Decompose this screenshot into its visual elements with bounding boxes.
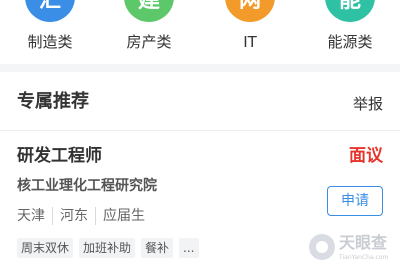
category-label: 制造类	[27, 33, 73, 51]
job-city: 天津	[17, 208, 45, 224]
job-meta: 天津 河东 应届生	[17, 207, 152, 225]
energy-icon: 能	[325, 0, 375, 22]
apply-button[interactable]: 申请	[327, 186, 383, 216]
job-district: 河东	[52, 207, 95, 225]
benefit-tags: 周末双休 加班补助 餐补...	[17, 237, 205, 258]
job-title: 研发工程师	[17, 146, 102, 166]
watermark-name: 天眼查	[339, 233, 388, 252]
watermark: 天眼查 TianYanCha.com	[309, 232, 399, 266]
category-strip: 汇 制造类 建 房产类 网 IT 能 能源类	[0, 0, 400, 64]
real-estate-icon: 建	[124, 0, 174, 22]
benefit-tag: 加班补助	[79, 238, 136, 258]
section-title: 专属推荐	[17, 91, 89, 112]
benefit-tag: 餐补	[141, 238, 174, 258]
job-salary: 面议	[349, 146, 383, 166]
category-it[interactable]: 网 IT	[212, 0, 288, 64]
benefit-tag: 周末双休	[17, 238, 74, 258]
category-label: 房产类	[126, 33, 172, 51]
category-manufacturing[interactable]: 汇 制造类	[12, 0, 88, 64]
category-label: IT	[243, 33, 257, 51]
category-label: 能源类	[327, 33, 373, 51]
manufacturing-icon: 汇	[25, 0, 75, 22]
category-real-estate[interactable]: 建 房产类	[111, 0, 187, 64]
watermark-url: TianYanCha.com	[339, 254, 389, 261]
more-tags: ...	[179, 238, 199, 258]
page: 汇 制造类 建 房产类 网 IT 能 能源类 专属推荐 举报 研发工程师 面议 …	[0, 0, 400, 268]
it-icon: 网	[225, 0, 275, 22]
report-link[interactable]: 举报	[353, 94, 383, 114]
category-energy[interactable]: 能 能源类	[312, 0, 388, 64]
section-header: 专属推荐 举报	[0, 72, 400, 131]
company-name[interactable]: 核工业理化工程研究院	[17, 177, 157, 195]
tianyancha-logo-icon	[309, 234, 335, 260]
job-experience: 应届生	[95, 207, 152, 225]
